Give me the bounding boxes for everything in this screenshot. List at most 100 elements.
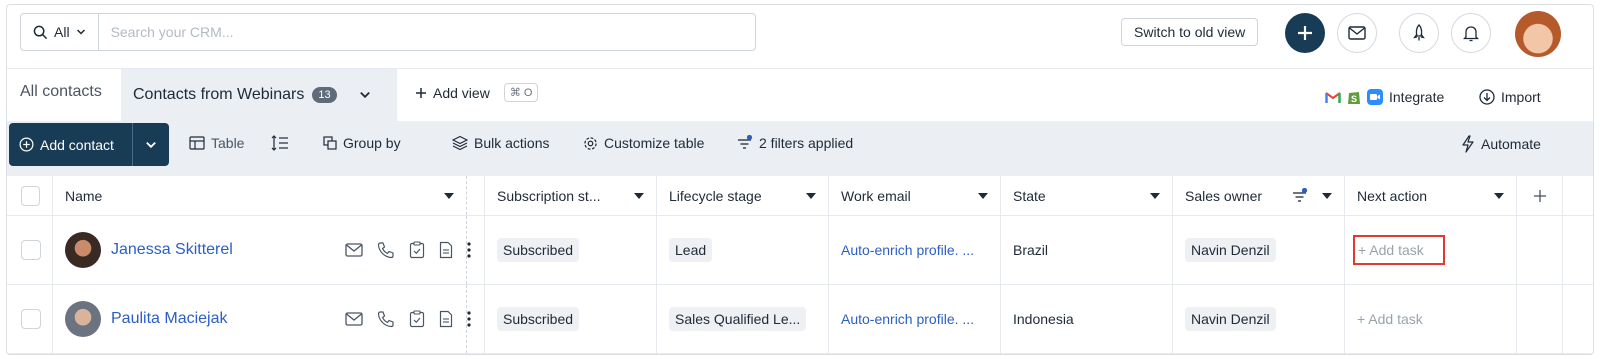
column-spacer <box>467 216 485 284</box>
filters-label: 2 filters applied <box>759 135 854 151</box>
state-value: Indonesia <box>1013 311 1074 327</box>
phone-icon[interactable] <box>377 241 395 259</box>
sort-caret-icon[interactable] <box>806 192 816 199</box>
chevron-down-icon[interactable] <box>359 89 371 101</box>
row-height-icon <box>271 135 289 151</box>
sort-caret-icon[interactable] <box>1150 192 1160 199</box>
filters-button[interactable]: 2 filters applied <box>737 135 853 151</box>
note-icon[interactable] <box>439 241 453 259</box>
gear-icon <box>583 136 598 151</box>
search-scope-label: All <box>54 24 70 40</box>
name-cell: Paulita Maciejak <box>53 285 471 353</box>
column-header-state[interactable]: State <box>1001 176 1173 215</box>
lifecycle-cell[interactable]: Lead <box>657 216 829 284</box>
notifications-button[interactable] <box>1451 13 1491 53</box>
tab-label: Contacts from Webinars <box>133 86 305 103</box>
integrate-button[interactable]: S Integrate <box>1325 89 1444 105</box>
column-header-name[interactable]: Name <box>53 176 467 215</box>
table-view-button[interactable]: Table <box>189 135 244 151</box>
subscription-cell[interactable]: Subscribed <box>485 285 657 353</box>
owner-cell[interactable]: Navin Denzil <box>1173 285 1345 353</box>
row-select-cell <box>7 285 53 353</box>
mail-button[interactable] <box>1337 13 1377 53</box>
email-cell[interactable]: Auto-enrich profile. ... <box>829 216 1001 284</box>
tab-all-contacts[interactable]: All contacts <box>20 83 102 101</box>
row-quick-actions <box>345 310 471 328</box>
owner-cell[interactable]: Navin Denzil <box>1173 216 1345 284</box>
create-button[interactable] <box>1285 13 1325 53</box>
add-column-button[interactable] <box>1517 176 1563 215</box>
bell-icon <box>1463 24 1479 42</box>
add-contact-button[interactable]: Add contact <box>9 123 132 166</box>
column-header-owner[interactable]: Sales owner <box>1173 176 1345 215</box>
import-button[interactable]: Import <box>1479 89 1541 105</box>
mail-icon <box>1348 26 1366 40</box>
switch-old-view-button[interactable]: Switch to old view <box>1121 18 1259 46</box>
avatar <box>65 301 101 337</box>
add-task-button[interactable]: + Add task <box>1357 311 1423 327</box>
table-row: Paulita Maciejak Subscribed Sales Qualif… <box>7 285 1593 354</box>
filter-icon[interactable] <box>1292 187 1308 204</box>
mail-icon[interactable] <box>345 243 363 257</box>
table-icon <box>189 136 205 150</box>
column-header-lifecycle[interactable]: Lifecycle stage <box>657 176 829 215</box>
column-header-label: State <box>1013 187 1046 204</box>
row-checkbox[interactable] <box>21 240 41 260</box>
user-avatar[interactable] <box>1515 11 1561 57</box>
select-all-cell <box>7 176 53 215</box>
rocket-icon <box>1411 24 1427 42</box>
bulk-actions-button[interactable]: Bulk actions <box>452 135 549 151</box>
state-cell[interactable]: Brazil <box>1001 216 1173 284</box>
table-row: Janessa Skitterel Subscribed Lead Auto-e… <box>7 216 1593 285</box>
mail-icon[interactable] <box>345 312 363 326</box>
note-icon[interactable] <box>439 310 453 328</box>
column-header-email[interactable]: Work email <box>829 176 1001 215</box>
search-scope-dropdown[interactable]: All <box>21 14 99 50</box>
add-contact-menu-button[interactable] <box>132 123 169 166</box>
column-header-label: Subscription st... <box>497 187 601 204</box>
top-bar: All Switch to old view <box>7 5 1593 69</box>
state-cell[interactable]: Indonesia <box>1001 285 1173 353</box>
task-icon[interactable] <box>409 310 425 328</box>
sort-caret-icon[interactable] <box>978 192 988 199</box>
launch-button[interactable] <box>1399 13 1439 53</box>
tab-contacts-from-webinars[interactable]: Contacts from Webinars 13 <box>121 69 397 121</box>
sort-caret-icon[interactable] <box>634 192 644 199</box>
add-view-button[interactable]: Add view ⌘ O <box>415 83 539 102</box>
view-tabs: All contacts Contacts from Webinars 13 A… <box>7 69 1593 121</box>
tab-count-badge: 13 <box>312 87 337 103</box>
task-icon[interactable] <box>409 241 425 259</box>
row-checkbox[interactable] <box>21 309 41 329</box>
row-quick-actions <box>345 241 471 259</box>
select-all-checkbox[interactable] <box>21 185 40 206</box>
subscription-cell[interactable]: Subscribed <box>485 216 657 284</box>
lifecycle-cell[interactable]: Sales Qualified Le... <box>657 285 829 353</box>
bolt-icon <box>1461 135 1475 153</box>
name-cell: Janessa Skitterel <box>53 216 471 284</box>
sort-caret-icon[interactable] <box>1322 192 1332 199</box>
contact-name-link[interactable]: Janessa Skitterel <box>111 241 233 259</box>
empty-cell <box>1517 285 1563 353</box>
group-by-button[interactable]: Group by <box>323 135 401 151</box>
column-header-label: Next action <box>1357 187 1428 204</box>
search-input[interactable] <box>98 14 755 50</box>
next-action-cell: + Add task <box>1345 285 1517 353</box>
add-task-button[interactable]: + Add task <box>1353 235 1445 265</box>
row-height-button[interactable] <box>271 135 289 151</box>
automate-button[interactable]: Automate <box>1461 135 1541 153</box>
chevron-down-icon <box>76 27 86 37</box>
import-label: Import <box>1501 89 1541 105</box>
sort-caret-icon[interactable] <box>444 192 454 199</box>
sort-caret-icon[interactable] <box>1494 192 1504 199</box>
auto-enrich-link[interactable]: Auto-enrich profile. ... <box>841 311 974 327</box>
owner-pill: Navin Denzil <box>1185 307 1276 331</box>
contact-name-link[interactable]: Paulita Maciejak <box>111 310 228 328</box>
phone-icon[interactable] <box>377 310 395 328</box>
customize-table-button[interactable]: Customize table <box>583 135 704 151</box>
email-cell[interactable]: Auto-enrich profile. ... <box>829 285 1001 353</box>
empty-cell <box>1517 216 1563 284</box>
contacts-table: Name Subscription st... Lifecycle stage … <box>7 176 1593 354</box>
auto-enrich-link[interactable]: Auto-enrich profile. ... <box>841 242 974 258</box>
column-header-next-action[interactable]: Next action <box>1345 176 1517 215</box>
column-header-subscription[interactable]: Subscription st... <box>485 176 657 215</box>
